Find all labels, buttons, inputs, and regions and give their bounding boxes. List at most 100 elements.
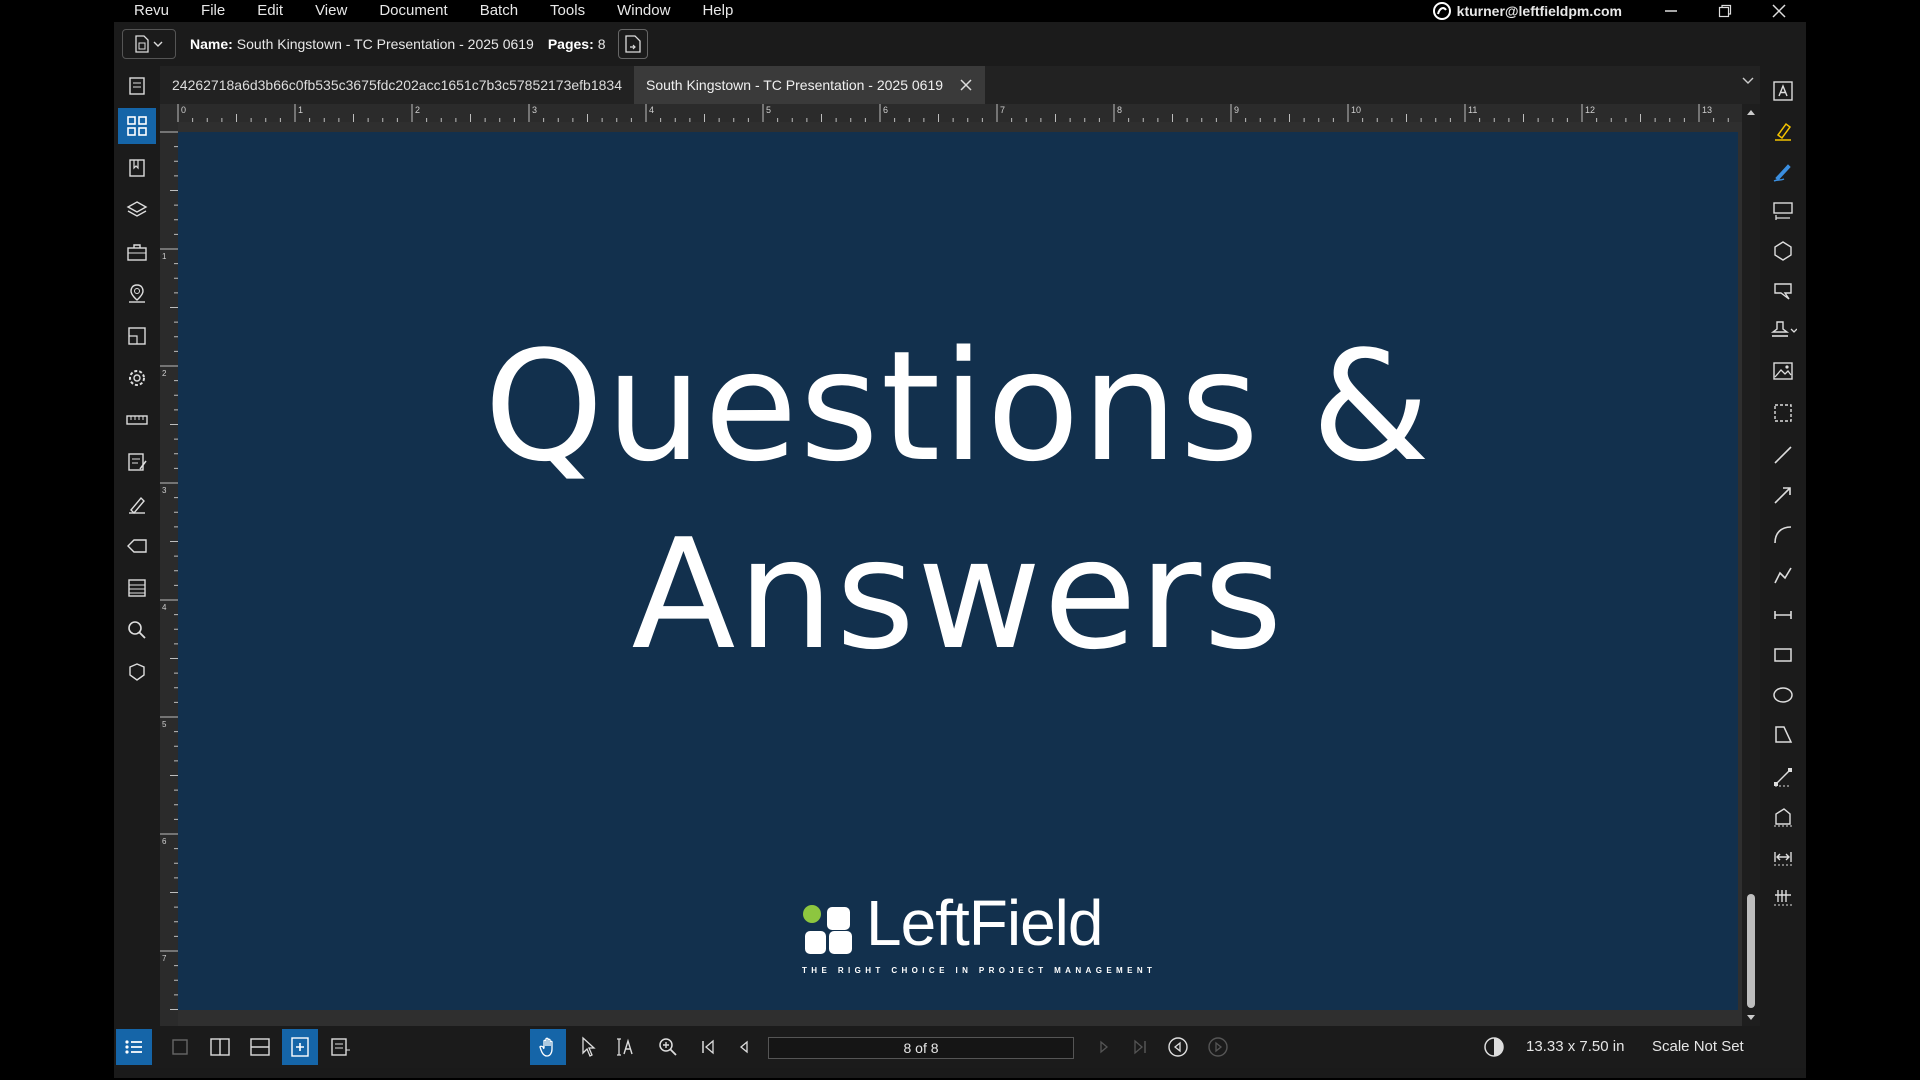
stamp-tool[interactable] (1766, 314, 1800, 348)
area-measure-tool[interactable] (1766, 800, 1800, 834)
user-area: kturner@leftfieldpm.com (1432, 0, 1806, 22)
polygon-shape-icon (1775, 726, 1793, 743)
highlighter-icon (1775, 122, 1792, 141)
markups-list-button[interactable] (118, 444, 156, 480)
rectangle-icon (1774, 648, 1792, 662)
signature-pen-icon (129, 496, 145, 515)
line-tool[interactable] (1766, 438, 1800, 472)
menu-document[interactable]: Document (363, 0, 463, 22)
vertical-scrollbar[interactable] (1742, 104, 1760, 1026)
minimize-button[interactable] (1644, 0, 1698, 22)
last-page-icon (1134, 1039, 1146, 1055)
toolbox-icon (127, 244, 147, 261)
page-number-input[interactable] (768, 1037, 1074, 1059)
menu-batch[interactable]: Batch (464, 0, 534, 22)
split-vertical-icon (210, 1038, 230, 1056)
dimension-tool[interactable] (1766, 598, 1800, 632)
properties-button[interactable] (118, 360, 156, 396)
length-measure-tool[interactable] (1766, 760, 1800, 794)
next-view-button[interactable] (1200, 1029, 1236, 1065)
menu-tools[interactable]: Tools (534, 0, 601, 22)
menu-file[interactable]: File (185, 0, 241, 22)
ruler-label: 4 (649, 105, 654, 115)
export-button[interactable] (617, 29, 648, 59)
reuse-colors-button[interactable] (1476, 1029, 1512, 1065)
restore-button[interactable] (1698, 0, 1752, 22)
tags-button[interactable] (118, 528, 156, 564)
menu-window[interactable]: Window (601, 0, 686, 22)
arrow-tool[interactable] (1766, 478, 1800, 512)
callout-tool[interactable] (1766, 194, 1800, 228)
image-tool[interactable] (1766, 354, 1800, 388)
layers-button[interactable] (118, 192, 156, 228)
measurements-button[interactable] (118, 402, 156, 438)
snapshot-tool[interactable] (1766, 396, 1800, 430)
places-button[interactable] (118, 276, 156, 312)
studio-button[interactable] (118, 570, 156, 606)
close-window-button[interactable] (1752, 0, 1806, 22)
tab-label: 24262718a6d3b66c0fb535c3675fdc202acc1651… (172, 77, 622, 93)
previous-page-button[interactable] (726, 1029, 762, 1065)
polygon-tool[interactable] (1766, 718, 1800, 752)
tab-overflow-button[interactable] (1742, 76, 1754, 84)
single-page-view-button[interactable] (162, 1029, 198, 1065)
tab-south-kingstown[interactable]: South Kingstown - TC Presentation - 2025… (633, 66, 986, 104)
measurement-scale[interactable]: Scale Not Set (1652, 1038, 1744, 1055)
tab-document-hash[interactable]: 24262718a6d3b66c0fb535c3675fdc202acc1651… (160, 66, 634, 104)
sheets-button[interactable] (118, 318, 156, 354)
menu-help[interactable]: Help (686, 0, 749, 22)
search-button[interactable] (118, 612, 156, 648)
polyline-tool[interactable] (1766, 558, 1800, 592)
bookmarks-button[interactable] (118, 150, 156, 186)
sheets-icon (128, 327, 146, 345)
callout-icon (1773, 202, 1793, 220)
signatures-button[interactable] (118, 486, 156, 522)
select-text-button[interactable] (608, 1029, 644, 1065)
ruler-label: 5 (766, 105, 771, 115)
ruler-label: 4 (162, 603, 167, 612)
markups-list-toggle[interactable] (116, 1029, 152, 1065)
user-email: kturner@leftfieldpm.com (1456, 3, 1622, 19)
ruler-label: 7 (162, 954, 167, 963)
pan-tool-button[interactable] (530, 1029, 566, 1065)
previous-view-button[interactable] (1160, 1029, 1196, 1065)
span-measure-tool[interactable] (1766, 840, 1800, 874)
split-vertical-button[interactable] (202, 1029, 238, 1065)
note-tool[interactable] (1766, 274, 1800, 308)
tool-chest-button[interactable] (118, 234, 156, 270)
menu-edit[interactable]: Edit (241, 0, 299, 22)
first-page-button[interactable] (690, 1029, 726, 1065)
status-bar: 13.33 x 7.50 in Scale Not Set (114, 1026, 1806, 1068)
thumbnails-panel-button[interactable] (118, 68, 156, 104)
split-horizontal-button[interactable] (242, 1029, 278, 1065)
menu-view[interactable]: View (299, 0, 363, 22)
highlighter-tool[interactable] (1766, 114, 1800, 148)
page-layout-button[interactable] (322, 1029, 358, 1065)
scrollbar-thumb[interactable] (1747, 894, 1755, 1008)
next-page-button[interactable] (1086, 1029, 1122, 1065)
document-menu-button[interactable] (122, 29, 176, 59)
last-page-button[interactable] (1122, 1029, 1158, 1065)
ruler-label: 0 (181, 105, 186, 115)
links-button[interactable] (118, 654, 156, 690)
tab-close-button[interactable] (959, 78, 973, 92)
user-account[interactable]: kturner@leftfieldpm.com (1432, 2, 1622, 20)
cloud-tool[interactable] (1766, 234, 1800, 268)
text-box-tool[interactable] (1766, 74, 1800, 108)
pen-tool[interactable] (1766, 154, 1800, 188)
count-measure-tool[interactable] (1766, 880, 1800, 914)
arc-tool[interactable] (1766, 518, 1800, 552)
comment-icon (1774, 283, 1792, 300)
measure-count-icon (1774, 890, 1792, 906)
sync-view-button[interactable] (282, 1029, 318, 1065)
menu-revu[interactable]: Revu (114, 0, 185, 22)
ellipse-tool[interactable] (1766, 678, 1800, 712)
select-tool-button[interactable] (570, 1029, 606, 1065)
rectangle-tool[interactable] (1766, 638, 1800, 672)
page-dimensions[interactable]: 13.33 x 7.50 in (1526, 1038, 1624, 1055)
document-viewport[interactable]: Questions & Answers LeftField THE RIGHT … (178, 122, 1742, 1026)
pages-grid-button[interactable] (118, 108, 156, 144)
chevron-down-icon (1742, 77, 1754, 84)
zoom-tool-button[interactable] (650, 1029, 686, 1065)
slide-title-line-1: Questions & (484, 318, 1432, 495)
